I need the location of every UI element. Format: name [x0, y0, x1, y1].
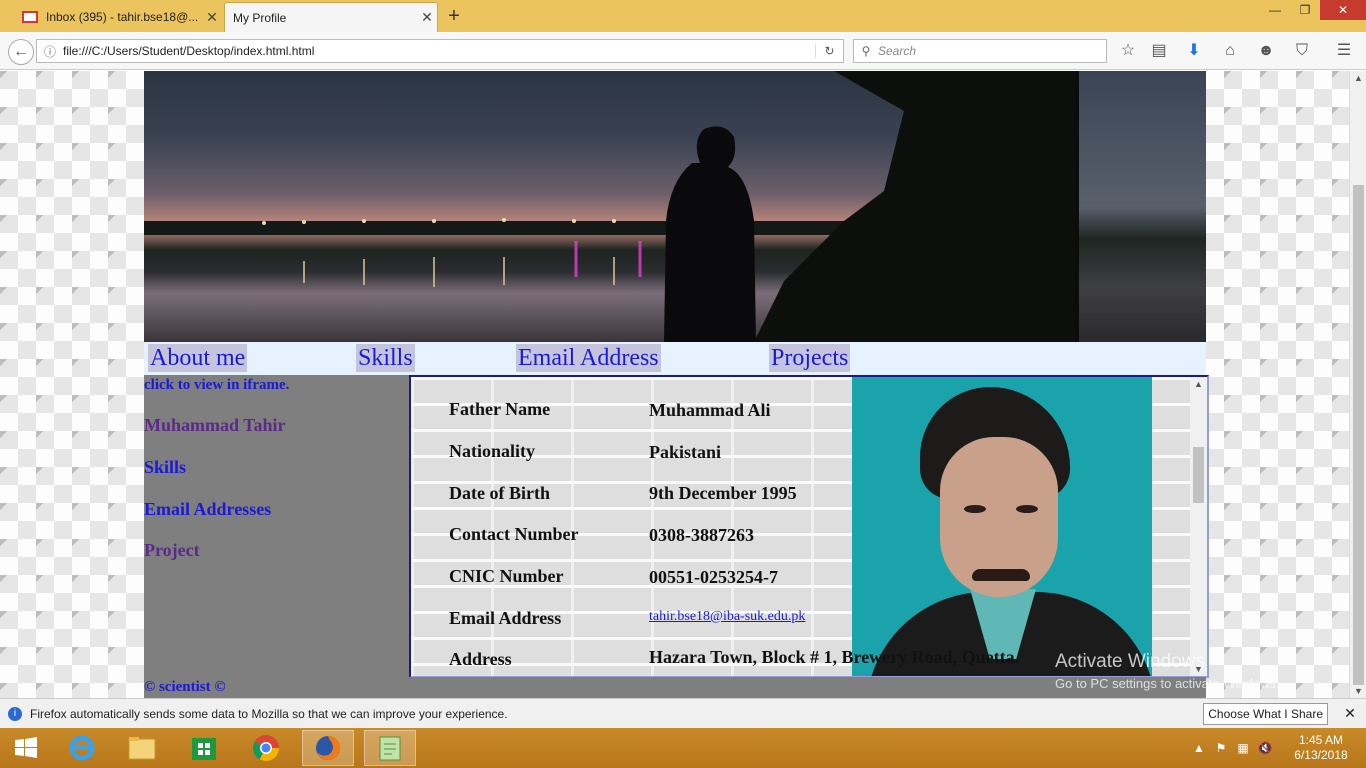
watermark-title: Activate Windows [1055, 651, 1205, 672]
search-input[interactable]: ⚲ Search [853, 39, 1107, 63]
scroll-thumb[interactable] [1353, 185, 1364, 685]
label-address: Address [449, 649, 512, 669]
main-nav: About me Skills Email Address Projects [144, 342, 1206, 375]
watermark-subtitle: Go to PC settings to activate Windows. [1055, 676, 1280, 691]
label-date-of-birth: Date of Birth [449, 483, 550, 503]
scroll-up-icon[interactable]: ▲ [1190, 379, 1207, 389]
search-placeholder: Search [878, 44, 917, 58]
info-icon[interactable]: ⓘ [37, 43, 63, 60]
clock-date: 6/13/2018 [1294, 748, 1348, 762]
value-cnic-number: 00551-0253254-7 [649, 567, 778, 587]
back-arrow-icon[interactable]: ← [8, 39, 34, 65]
navigation-toolbar: ← ⓘ file:///C:/Users/Student/Desktop/ind… [0, 32, 1366, 70]
window-controls: — ❐ ✕ [1260, 0, 1366, 20]
search-icon: ⚲ [861, 44, 871, 58]
sidebar: click to view in iframe. Muhammad Tahir … [144, 375, 410, 677]
label-nationality: Nationality [449, 441, 536, 461]
start-windows-icon[interactable] [0, 730, 52, 766]
value-date-of-birth: 9th December 1995 [649, 483, 797, 503]
bookmark-star-icon[interactable]: ☆ [1116, 39, 1140, 63]
page-scrollbar[interactable]: ▲ ▼ [1349, 71, 1366, 698]
pocket-icon[interactable]: ⛉ [1290, 39, 1314, 63]
menu-icon[interactable]: ☰ [1332, 39, 1356, 63]
nav-email-address[interactable]: Email Address [516, 344, 661, 372]
internet-explorer-icon[interactable] [56, 730, 108, 766]
action-center-flag-icon[interactable]: ⚑ [1210, 741, 1232, 755]
tab-bar: Inbox (395) - tahir.bse18@... ✕ My Profi… [0, 0, 1366, 32]
sidebar-link-project[interactable]: Project [144, 540, 200, 561]
show-hidden-icons-icon[interactable]: ▲ [1188, 741, 1210, 755]
minimize-icon[interactable]: — [1260, 0, 1290, 20]
value-contact-number: 0308-3887263 [649, 525, 754, 545]
close-tab-icon[interactable]: ✕ [417, 9, 437, 26]
profile-photo [852, 377, 1152, 676]
tab-title: My Profile [233, 10, 287, 25]
label-father-name: Father Name [449, 399, 551, 419]
label-contact-number: Contact Number [449, 524, 579, 544]
close-tab-icon[interactable]: ✕ [202, 9, 222, 26]
clock[interactable]: 1:45 AM 6/13/2018 [1276, 733, 1366, 763]
scroll-down-icon[interactable]: ▼ [1350, 686, 1366, 696]
notepad-icon[interactable] [364, 730, 416, 766]
value-email-link[interactable]: tahir.bse18@iba-suk.edu.pk [649, 609, 805, 625]
close-window-icon[interactable]: ✕ [1320, 0, 1366, 20]
system-tray: ▲ ⚑ ▦ 🔇 1:45 AM 6/13/2018 [1188, 728, 1366, 768]
value-father-name: Muhammad Ali [649, 400, 771, 420]
address-bar[interactable]: ⓘ file:///C:/Users/Student/Desktop/index… [36, 39, 844, 63]
gmail-icon [22, 11, 38, 23]
tab-title: Inbox (395) - tahir.bse18@... [46, 10, 199, 24]
sidebar-hint: click to view in iframe. [144, 377, 290, 393]
firefox-icon[interactable] [302, 730, 354, 766]
sidebar-link-email-addresses[interactable]: Email Addresses [144, 499, 271, 520]
notification-bar: i Firefox automatically sends some data … [0, 698, 1366, 728]
nav-skills[interactable]: Skills [356, 344, 415, 372]
label-email-address: Email Address [449, 608, 562, 628]
value-nationality: Pakistani [649, 442, 722, 462]
notification-message: Firefox automatically sends some data to… [30, 706, 508, 721]
volume-muted-icon[interactable]: 🔇 [1254, 741, 1276, 755]
header-banner [144, 71, 1206, 342]
chrome-icon[interactable] [240, 730, 292, 766]
iframe-scrollbar[interactable]: ▲ ▼ [1190, 377, 1207, 676]
scroll-thumb[interactable] [1193, 447, 1204, 503]
url-text: file:///C:/Users/Student/Desktop/index.h… [63, 44, 315, 58]
network-icon[interactable]: ▦ [1232, 741, 1254, 755]
scroll-up-icon[interactable]: ▲ [1350, 73, 1366, 83]
page-viewport: About me Skills Email Address Projects c… [0, 71, 1349, 698]
label-cnic-number: CNIC Number [449, 566, 564, 586]
close-notification-icon[interactable]: ✕ [1340, 705, 1360, 722]
reload-icon[interactable]: ↻ [815, 44, 843, 58]
info-icon: i [8, 706, 22, 721]
footer: © scientist © [144, 677, 1206, 698]
file-explorer-icon[interactable] [116, 730, 168, 766]
clock-time: 1:45 AM [1298, 733, 1344, 747]
value-address: Hazara Town, Block # 1, Brewery Road, Qu… [649, 647, 1020, 667]
choose-what-i-share-button[interactable]: Choose What I Share [1203, 702, 1328, 725]
content-iframe[interactable]: Father Name Muhammad Ali Nationality Pak… [409, 375, 1209, 678]
store-icon[interactable] [178, 730, 230, 766]
banner-photo-sunset [144, 71, 1075, 342]
restore-icon[interactable]: ❐ [1290, 0, 1320, 20]
new-tab-icon[interactable]: + [444, 5, 464, 28]
hello-icon[interactable]: ☻ [1254, 39, 1278, 63]
sidebar-link-skills[interactable]: Skills [144, 457, 186, 478]
banner-photo-river [1079, 71, 1206, 342]
tab-my-profile[interactable]: My Profile ✕ [224, 2, 438, 32]
reading-list-icon[interactable]: ▤ [1147, 39, 1171, 63]
home-icon[interactable]: ⌂ [1218, 39, 1242, 63]
activate-windows-watermark: Activate Windows Go to PC settings to ac… [1055, 651, 1280, 695]
download-icon[interactable]: ⬇ [1182, 39, 1206, 63]
nav-about-me[interactable]: About me [148, 344, 248, 372]
sidebar-link-muhammad-tahir[interactable]: Muhammad Tahir [144, 415, 286, 436]
nav-projects[interactable]: Projects [769, 344, 851, 372]
tab-gmail[interactable]: Inbox (395) - tahir.bse18@... ✕ [14, 2, 222, 32]
taskbar: ▲ ⚑ ▦ 🔇 1:45 AM 6/13/2018 [0, 728, 1366, 768]
